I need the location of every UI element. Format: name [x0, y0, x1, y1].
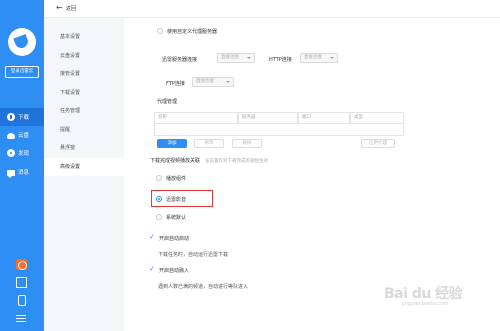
apply-proxy-button[interactable]: 应用代理 — [361, 139, 395, 148]
custom-proxy-radio[interactable] — [157, 28, 163, 34]
proxy-column-name: 名称 — [154, 112, 238, 124]
proxy-column-port: 端口 — [298, 112, 350, 124]
category-reminder[interactable]: 提醒 — [44, 121, 124, 139]
http-proxy-select[interactable]: 直接连接 — [300, 53, 338, 63]
proxy-column-server: 服务器 — [238, 112, 298, 124]
app-sidebar: 登录迅雷云 下载 云盘 发现 消息 — [0, 0, 44, 331]
pool-proxy-label: 迅雷服务器连接 — [162, 57, 198, 63]
auto-join-checkbox[interactable]: ✓ — [149, 266, 156, 273]
video-assoc-title: 下载完成视频播放关联 — [150, 158, 201, 164]
auto-join-label: 开启自动融入 — [159, 268, 190, 274]
download-icon — [7, 113, 15, 121]
category-float[interactable]: 悬浮窗 — [44, 139, 124, 157]
top-bar: ← 返回 — [44, 0, 500, 18]
nav-item-message[interactable]: 消息 — [0, 163, 44, 181]
watermark-main: Bai du 经验 — [384, 286, 463, 302]
back-button[interactable]: 返回 — [66, 5, 76, 12]
nav-item-discover[interactable]: 发现 — [0, 144, 44, 162]
player-component-radio[interactable] — [156, 175, 162, 181]
custom-proxy-label: 使用自定义代理服务器 — [167, 29, 218, 35]
edit-proxy-button[interactable]: 修改 — [194, 139, 224, 148]
xunlei-player-radio[interactable] — [156, 195, 162, 202]
nav-label: 下载 — [18, 115, 30, 121]
pool-proxy-select[interactable]: 直接连接 — [217, 53, 255, 63]
proxy-manage-title: 代理管理 — [157, 99, 178, 105]
auto-start-checkbox[interactable]: ✓ — [149, 234, 156, 241]
watermark: Bai du 经验 jingyan.baidu.com — [384, 283, 463, 307]
settings-category-list: 基本设置 云盘设置 接管设置 下载设置 任务管理 提醒 悬浮窗 高级设置 — [44, 18, 124, 331]
category-download[interactable]: 下载设置 — [44, 84, 124, 102]
gift-icon[interactable] — [16, 259, 27, 270]
http-proxy-label: HTTP连接 — [269, 57, 292, 63]
message-icon — [7, 169, 15, 178]
category-takeover[interactable]: 接管设置 — [44, 65, 124, 83]
cloud-icon — [7, 133, 15, 139]
ftp-proxy-select[interactable]: 直接连接 — [192, 77, 234, 87]
category-advanced[interactable]: 高级设置 — [44, 158, 124, 176]
category-task[interactable]: 任务管理 — [44, 102, 124, 120]
nav-label: 发现 — [18, 151, 30, 157]
category-cloud[interactable]: 云盘设置 — [44, 47, 124, 65]
nav-label: 云盘 — [18, 133, 30, 139]
skin-icon[interactable] — [16, 277, 27, 288]
system-default-radio[interactable] — [156, 214, 162, 220]
auto-start-desc: 下载任务时，自动运行迅雷下载 — [158, 252, 229, 258]
system-default-label: 系统默认 — [166, 215, 187, 221]
category-basic[interactable]: 基本设置 — [44, 28, 124, 46]
nav-label: 消息 — [18, 170, 30, 176]
add-proxy-button[interactable]: 添加 — [157, 139, 187, 148]
phone-icon[interactable] — [18, 295, 26, 306]
auto-join-desc: 遇到人数已满的频道，自动进行等队进入 — [158, 284, 249, 290]
nav-item-cloud[interactable]: 云盘 — [0, 126, 44, 144]
login-button[interactable]: 登录迅雷云 — [5, 66, 39, 78]
xunlei-player-label: 迅雷影音 — [166, 196, 187, 203]
discover-icon — [7, 149, 15, 157]
proxy-column-type: 类型 — [350, 112, 404, 124]
player-component-label: 播放组件 — [166, 176, 187, 182]
nav-item-download[interactable]: 下载 — [0, 108, 44, 126]
proxy-table-body — [154, 124, 404, 136]
back-arrow-icon[interactable]: ← — [56, 3, 63, 12]
ftp-proxy-label: FTP连接 — [166, 81, 185, 87]
video-assoc-hint: 该设置仅对下载完成的视频生效 — [205, 158, 268, 164]
auto-start-label: 开启自动启动 — [159, 236, 190, 242]
delete-proxy-button[interactable]: 删除 — [232, 139, 262, 148]
menu-icon[interactable] — [16, 314, 27, 325]
app-logo-icon — [8, 28, 36, 56]
